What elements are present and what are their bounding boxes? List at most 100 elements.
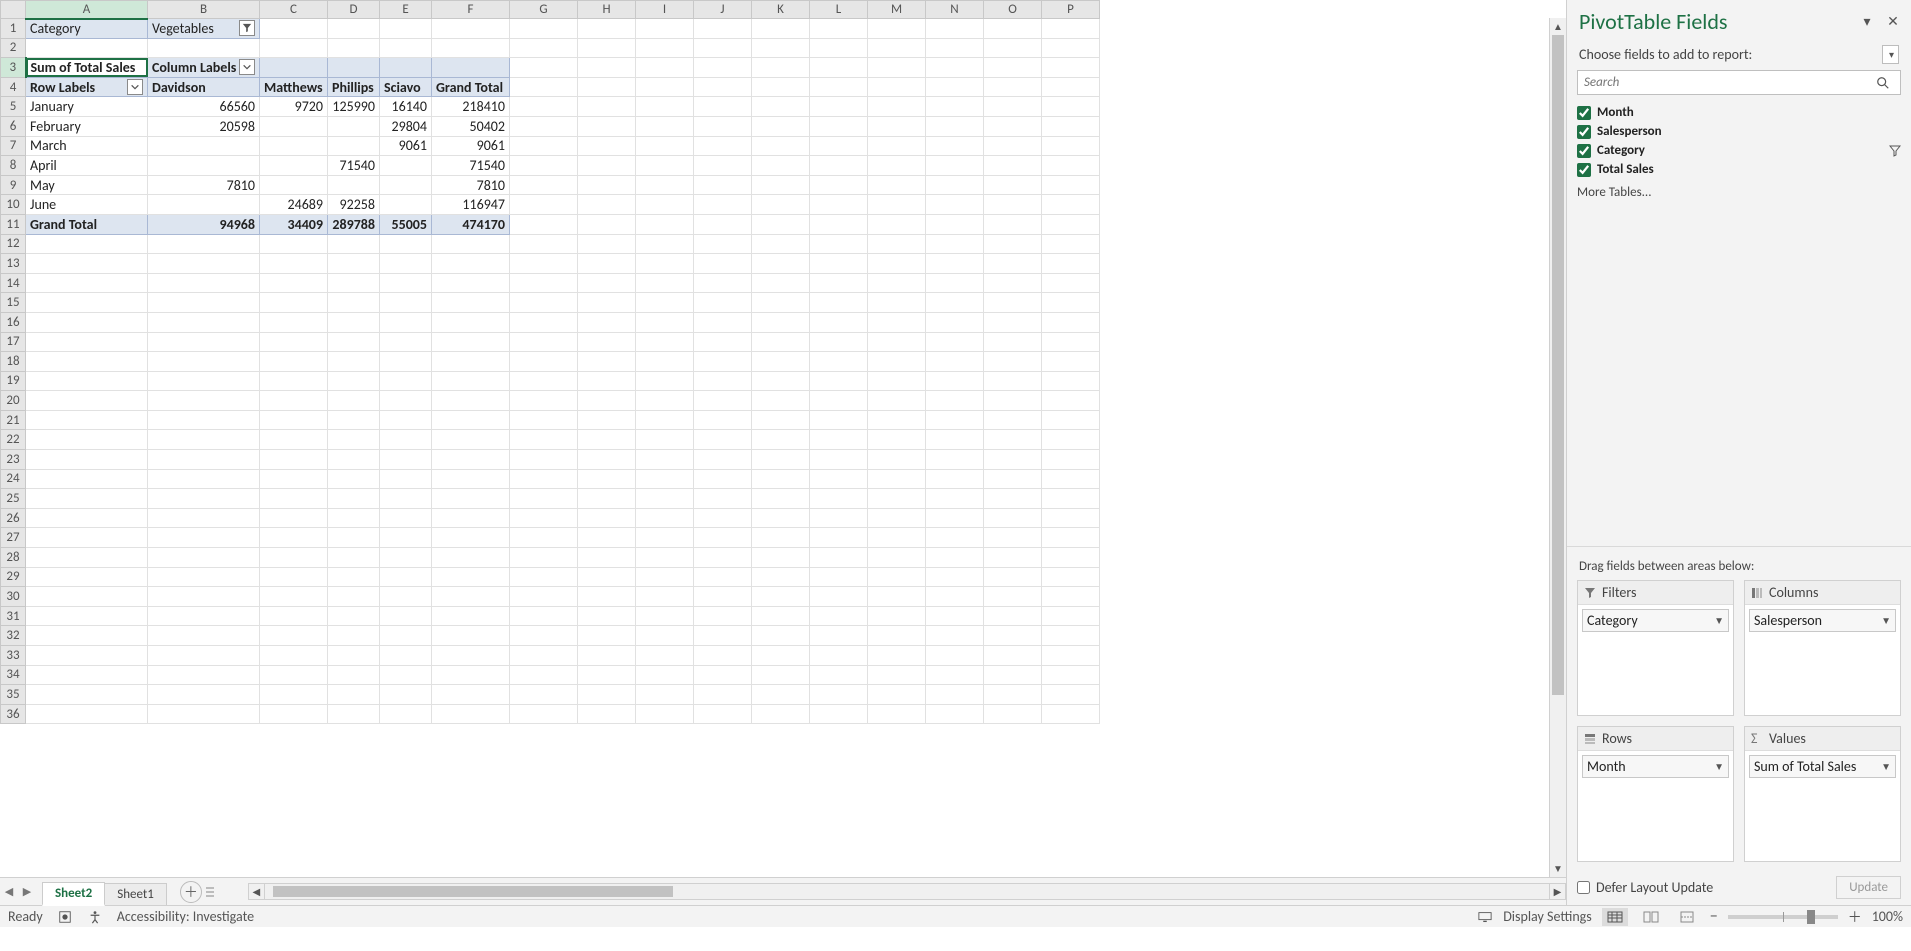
cell-L7[interactable] [810, 136, 868, 156]
funnel-icon[interactable] [1889, 145, 1901, 157]
cell-P6[interactable] [1042, 116, 1100, 136]
cell-K2[interactable] [752, 38, 810, 58]
cell-B17[interactable] [148, 332, 260, 352]
cell-N20[interactable] [926, 391, 984, 411]
cell-P32[interactable] [1042, 626, 1100, 646]
cell-J3[interactable] [694, 58, 752, 78]
cell-A21[interactable] [26, 410, 148, 430]
cell-H30[interactable] [578, 587, 636, 607]
pivot-field-category[interactable]: Category [1577, 141, 1901, 160]
cell-L20[interactable] [810, 391, 868, 411]
cell-P34[interactable] [1042, 665, 1100, 685]
cell-I28[interactable] [636, 548, 694, 568]
cell-F4[interactable]: Grand Total [432, 77, 510, 97]
cell-I29[interactable] [636, 567, 694, 587]
cell-K16[interactable] [752, 312, 810, 332]
cell-N19[interactable] [926, 371, 984, 391]
cell-N3[interactable] [926, 58, 984, 78]
cell-A9[interactable]: May [26, 175, 148, 195]
cell-B13[interactable] [148, 254, 260, 274]
col-header-J[interactable]: J [694, 1, 752, 19]
cell-N16[interactable] [926, 312, 984, 332]
zoom-percent[interactable]: 100% [1872, 908, 1903, 925]
cell-C33[interactable] [260, 646, 328, 666]
worksheet-grid[interactable]: ABCDEFGHIJKLMNOP1CategoryVegetables23Sum… [0, 0, 1100, 724]
cell-K19[interactable] [752, 371, 810, 391]
cell-B12[interactable] [148, 234, 260, 254]
cell-N35[interactable] [926, 685, 984, 705]
display-settings-icon[interactable] [1477, 909, 1493, 925]
cell-D31[interactable] [328, 606, 380, 626]
cell-O26[interactable] [984, 508, 1042, 528]
col-header-L[interactable]: L [810, 1, 868, 19]
cell-A35[interactable] [26, 685, 148, 705]
cell-D27[interactable] [328, 528, 380, 548]
cell-E28[interactable] [380, 548, 432, 568]
cell-J14[interactable] [694, 273, 752, 293]
cell-G27[interactable] [510, 528, 578, 548]
cell-B31[interactable] [148, 606, 260, 626]
cell-L25[interactable] [810, 489, 868, 509]
cell-I8[interactable] [636, 156, 694, 176]
cell-F11[interactable]: 474170 [432, 214, 510, 234]
col-header-F[interactable]: F [432, 1, 510, 19]
cell-F34[interactable] [432, 665, 510, 685]
col-header-A[interactable]: A [26, 1, 148, 19]
cell-N23[interactable] [926, 450, 984, 470]
cell-H5[interactable] [578, 97, 636, 117]
cell-M6[interactable] [868, 116, 926, 136]
cell-B32[interactable] [148, 626, 260, 646]
cell-K23[interactable] [752, 450, 810, 470]
cell-A20[interactable] [26, 391, 148, 411]
cell-G17[interactable] [510, 332, 578, 352]
cell-A10[interactable]: June [26, 195, 148, 215]
cell-K18[interactable] [752, 352, 810, 372]
cell-A24[interactable] [26, 469, 148, 489]
col-header-O[interactable]: O [984, 1, 1042, 19]
cell-K22[interactable] [752, 430, 810, 450]
cell-M19[interactable] [868, 371, 926, 391]
cell-O12[interactable] [984, 234, 1042, 254]
cell-N28[interactable] [926, 548, 984, 568]
cell-N34[interactable] [926, 665, 984, 685]
cell-D32[interactable] [328, 626, 380, 646]
cell-P27[interactable] [1042, 528, 1100, 548]
cell-E12[interactable] [380, 234, 432, 254]
cell-H23[interactable] [578, 450, 636, 470]
cell-B22[interactable] [148, 430, 260, 450]
cell-J36[interactable] [694, 704, 752, 724]
pivot-chip-month[interactable]: Month▼ [1582, 755, 1729, 778]
cell-I26[interactable] [636, 508, 694, 528]
pivot-chip-salesperson[interactable]: Salesperson▼ [1749, 609, 1896, 632]
cell-G32[interactable] [510, 626, 578, 646]
cell-E13[interactable] [380, 254, 432, 274]
row-header-8[interactable]: 8 [1, 156, 26, 176]
cell-K12[interactable] [752, 234, 810, 254]
cell-H34[interactable] [578, 665, 636, 685]
add-sheet-button[interactable]: ＋ [180, 881, 202, 903]
cell-D5[interactable]: 125990 [328, 97, 380, 117]
cell-B9[interactable]: 7810 [148, 175, 260, 195]
cell-H16[interactable] [578, 312, 636, 332]
cell-E25[interactable] [380, 489, 432, 509]
cell-M12[interactable] [868, 234, 926, 254]
accessibility-icon[interactable] [87, 909, 103, 925]
cell-D30[interactable] [328, 587, 380, 607]
cell-B11[interactable]: 94968 [148, 214, 260, 234]
row-header-1[interactable]: 1 [1, 19, 26, 39]
cell-H21[interactable] [578, 410, 636, 430]
row-header-30[interactable]: 30 [1, 587, 26, 607]
pivot-area-rows[interactable]: RowsMonth▼ [1577, 726, 1734, 862]
cell-L23[interactable] [810, 450, 868, 470]
cell-F25[interactable] [432, 489, 510, 509]
cell-M24[interactable] [868, 469, 926, 489]
cell-B3[interactable]: Column Labels [148, 58, 260, 78]
col-header-E[interactable]: E [380, 1, 432, 19]
cell-B36[interactable] [148, 704, 260, 724]
cell-L17[interactable] [810, 332, 868, 352]
pivot-field-total-sales[interactable]: Total Sales [1577, 160, 1901, 179]
cell-I7[interactable] [636, 136, 694, 156]
cell-B5[interactable]: 66560 [148, 97, 260, 117]
col-header-H[interactable]: H [578, 1, 636, 19]
cell-F36[interactable] [432, 704, 510, 724]
